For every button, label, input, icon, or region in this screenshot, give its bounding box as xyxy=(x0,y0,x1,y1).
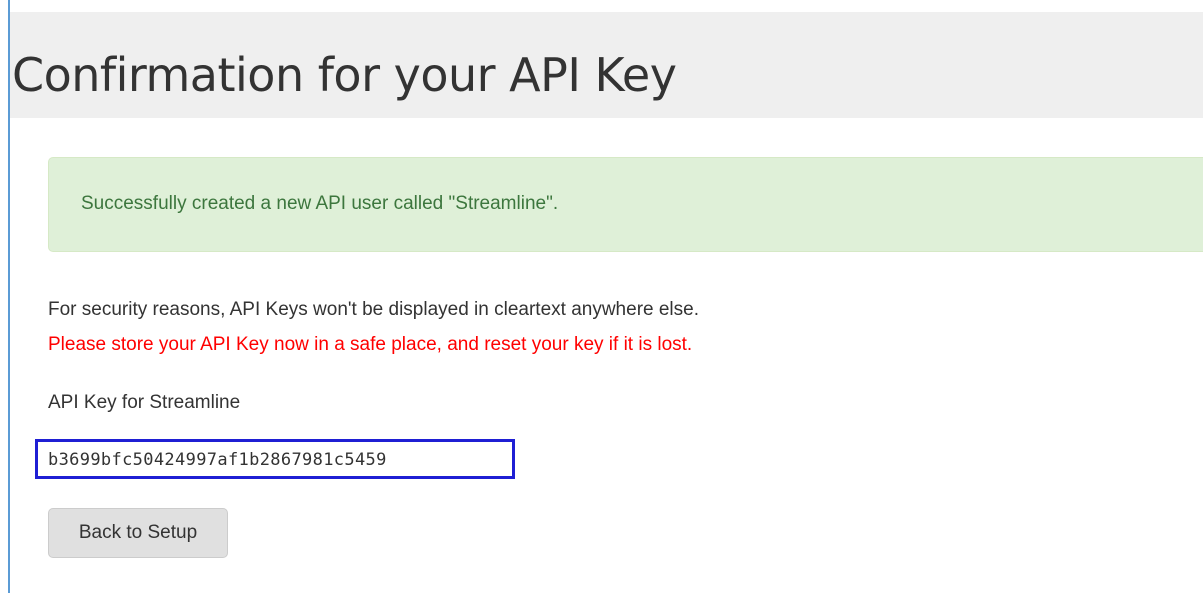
api-key-field[interactable]: b3699bfc50424997af1b2867981c5459 xyxy=(35,439,515,479)
api-key-label: API Key for Streamline xyxy=(48,392,241,413)
back-to-setup-button[interactable]: Back to Setup xyxy=(48,508,228,558)
success-alert: Successfully created a new API user call… xyxy=(48,157,1203,252)
security-notice-text: For security reasons, API Keys won't be … xyxy=(48,299,700,320)
api-key-value[interactable]: b3699bfc50424997af1b2867981c5459 xyxy=(48,449,387,471)
security-warning-text: Please store your API Key now in a safe … xyxy=(48,334,693,355)
page-title: Confirmation for your API Key xyxy=(12,48,677,102)
success-alert-message: Successfully created a new API user call… xyxy=(81,193,559,214)
